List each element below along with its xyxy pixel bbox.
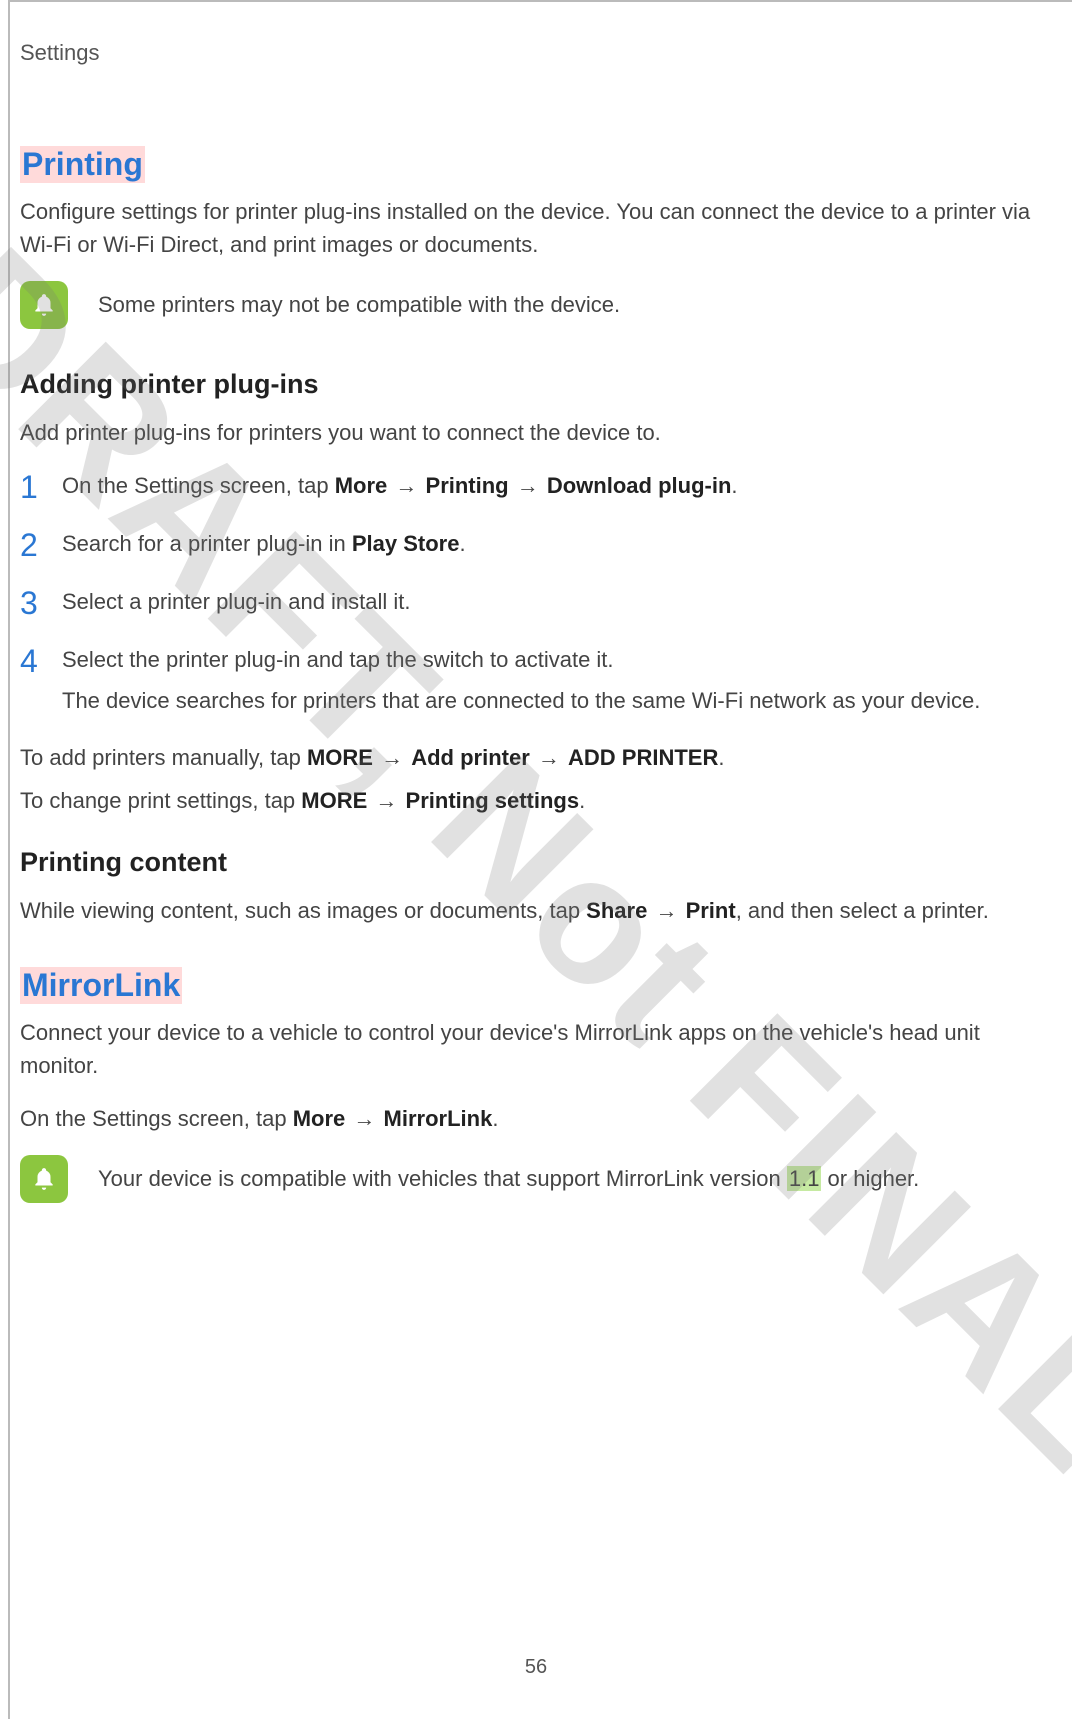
version-highlight: 1.1	[787, 1166, 822, 1191]
bold-download: Download plug-in	[547, 473, 732, 498]
text: .	[579, 788, 585, 813]
text: To change print settings, tap	[20, 788, 301, 813]
step-number: 1	[20, 469, 62, 503]
left-border	[8, 0, 10, 1719]
bold-playstore: Play Store	[352, 531, 460, 556]
arrow-icon: →	[367, 788, 405, 813]
step-body: On the Settings screen, tap More → Print…	[62, 469, 738, 502]
step-4: 4 Select the printer plug-in and tap the…	[20, 643, 1052, 717]
text: Select the printer plug-in and tap the s…	[62, 647, 614, 672]
bell-icon	[20, 281, 68, 329]
text: , and then select a printer.	[736, 898, 989, 923]
section-printing: Printing Configure settings for printer …	[20, 146, 1052, 927]
page-number: 56	[0, 1656, 1072, 1679]
printing-note: Some printers may not be compatible with…	[20, 281, 1052, 329]
page: Settings DRAFT, Not FINAL Printing Confi…	[0, 0, 1072, 1719]
printing-note-text: Some printers may not be compatible with…	[98, 290, 620, 321]
arrow-icon: →	[647, 898, 685, 923]
text: Your device is compatible with vehicles …	[98, 1166, 787, 1191]
page-header: Settings	[20, 40, 1052, 66]
text: While viewing content, such as images or…	[20, 898, 586, 923]
step-note: The device searches for printers that ar…	[62, 684, 980, 717]
bold-more: More	[335, 473, 388, 498]
step-2: 2 Search for a printer plug-in in Play S…	[20, 527, 1052, 561]
mirrorlink-note: Your device is compatible with vehicles …	[20, 1155, 1052, 1203]
step-number: 4	[20, 643, 62, 677]
mirrorlink-intro: Connect your device to a vehicle to cont…	[20, 1016, 1052, 1082]
step-number: 2	[20, 527, 62, 561]
text: On the Settings screen, tap	[20, 1106, 293, 1131]
text: .	[459, 531, 465, 556]
bold-add-printer: Add printer	[411, 745, 530, 770]
text: .	[492, 1106, 498, 1131]
manual-add-text: To add printers manually, tap MORE → Add…	[20, 741, 1052, 774]
bold-share: Share	[586, 898, 647, 923]
printing-content-text: While viewing content, such as images or…	[20, 894, 1052, 927]
bold-printing-settings: Printing settings	[406, 788, 580, 813]
bold-mirrorlink: MirrorLink	[384, 1106, 493, 1131]
change-settings-text: To change print settings, tap MORE → Pri…	[20, 784, 1052, 817]
mirrorlink-note-text: Your device is compatible with vehicles …	[98, 1164, 919, 1195]
step-number: 3	[20, 585, 62, 619]
bold-more: MORE	[301, 788, 367, 813]
top-border	[8, 0, 1072, 2]
step-1: 1 On the Settings screen, tap More → Pri…	[20, 469, 1052, 503]
arrow-icon: →	[373, 745, 411, 770]
arrow-icon: →	[345, 1106, 383, 1131]
bold-printing: Printing	[426, 473, 509, 498]
step-body: Search for a printer plug-in in Play Sto…	[62, 527, 466, 560]
text: .	[731, 473, 737, 498]
bold-more: MORE	[307, 745, 373, 770]
arrow-icon: →	[387, 473, 425, 498]
bold-add-printer-caps: ADD PRINTER	[568, 745, 718, 770]
adding-plugins-intro: Add printer plug-ins for printers you wa…	[20, 416, 1052, 449]
text: or higher.	[821, 1166, 919, 1191]
step-body: Select a printer plug-in and install it.	[62, 585, 411, 618]
step-body: Select the printer plug-in and tap the s…	[62, 643, 980, 717]
text: .	[718, 745, 724, 770]
mirrorlink-title: MirrorLink	[20, 967, 182, 1004]
adding-plugins-heading: Adding printer plug-ins	[20, 369, 1052, 400]
mirrorlink-nav: On the Settings screen, tap More → Mirro…	[20, 1102, 1052, 1135]
printing-title: Printing	[20, 146, 145, 183]
printing-intro: Configure settings for printer plug-ins …	[20, 195, 1052, 261]
step-3: 3 Select a printer plug-in and install i…	[20, 585, 1052, 619]
bold-more: More	[293, 1106, 346, 1131]
section-mirrorlink: MirrorLink Connect your device to a vehi…	[20, 967, 1052, 1203]
bell-icon	[20, 1155, 68, 1203]
text: To add printers manually, tap	[20, 745, 307, 770]
arrow-icon: →	[530, 745, 568, 770]
text: Search for a printer plug-in in	[62, 531, 352, 556]
arrow-icon: →	[509, 473, 547, 498]
bold-print: Print	[686, 898, 736, 923]
text: On the Settings screen, tap	[62, 473, 335, 498]
printing-content-heading: Printing content	[20, 847, 1052, 878]
